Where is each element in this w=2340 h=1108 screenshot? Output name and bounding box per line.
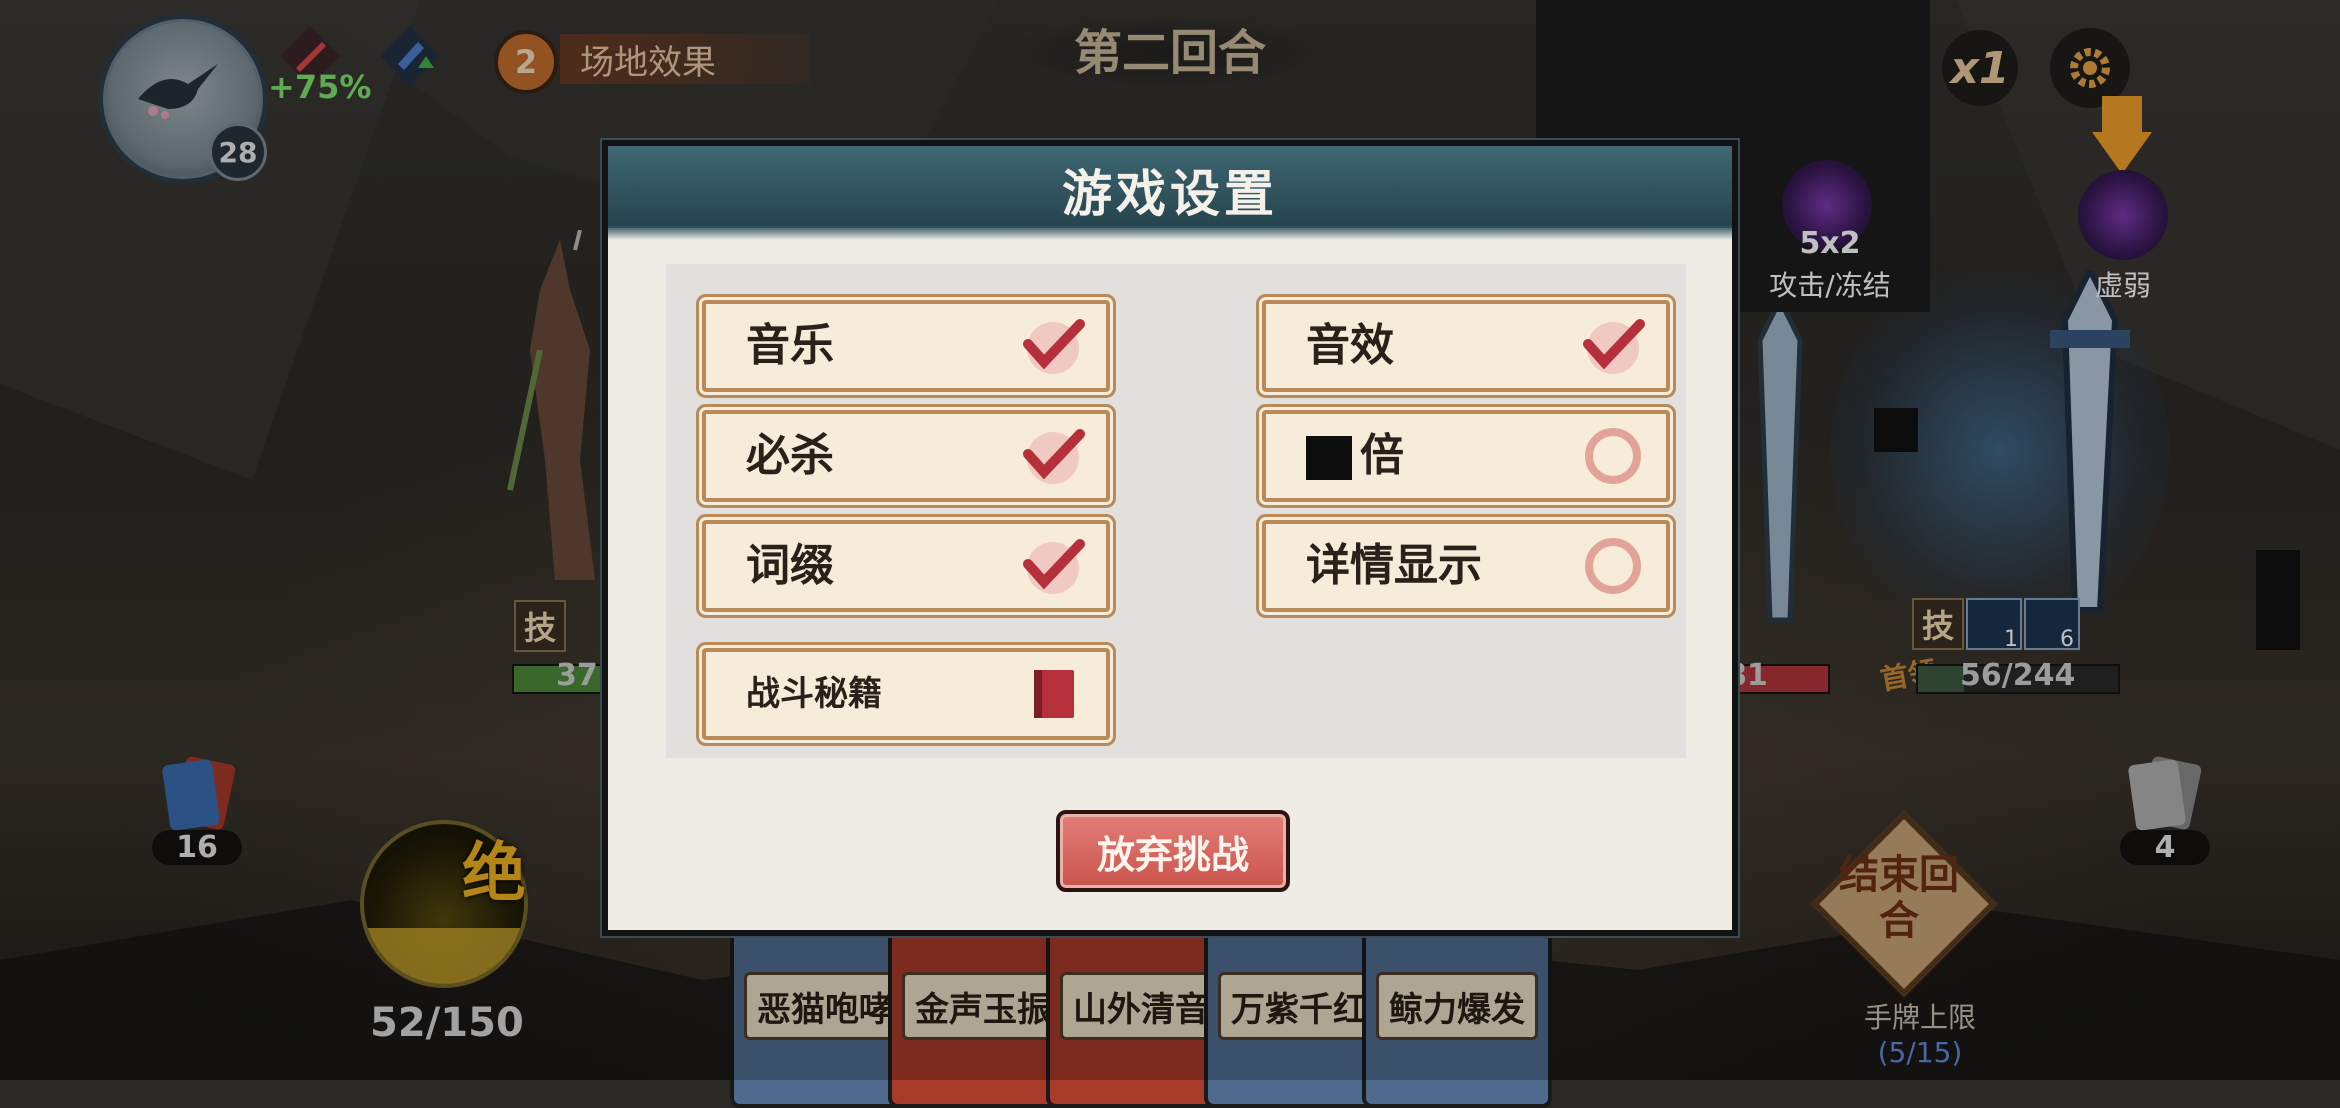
battle-guide-button[interactable]: 战斗秘籍 bbox=[702, 648, 1110, 740]
speed-multiplier-toggle[interactable]: 倍 bbox=[1262, 410, 1670, 502]
circle-off-icon bbox=[1585, 428, 1641, 484]
speed-label: 倍 bbox=[1360, 430, 1404, 481]
redacted-block bbox=[2256, 550, 2300, 650]
redacted-block bbox=[1874, 408, 1918, 452]
book-icon bbox=[1034, 670, 1074, 718]
checkmark-icon bbox=[1023, 319, 1085, 374]
affix-toggle[interactable]: 词缀 bbox=[702, 520, 1110, 612]
dialog-header: 游戏设置 bbox=[608, 146, 1732, 240]
crit-toggle[interactable]: 必杀 bbox=[702, 410, 1110, 502]
checkmark-icon bbox=[1023, 539, 1085, 594]
detail-label: 详情显示 bbox=[1306, 540, 1482, 591]
circle-off-icon bbox=[1585, 538, 1641, 594]
detail-display-toggle[interactable]: 详情显示 bbox=[1262, 520, 1670, 612]
redacted-block bbox=[1306, 436, 1352, 480]
guide-label: 战斗秘籍 bbox=[746, 674, 882, 714]
quit-challenge-button[interactable]: 放弃挑战 bbox=[1056, 810, 1290, 892]
checkmark-icon bbox=[1583, 319, 1645, 374]
music-label: 音乐 bbox=[746, 320, 834, 371]
settings-dialog: 游戏设置 音乐 音效 必杀 倍 词缀 详情显示 战斗秘籍 放弃挑战 bbox=[602, 140, 1738, 936]
dialog-title: 游戏设置 bbox=[1062, 165, 1278, 223]
music-toggle[interactable]: 音乐 bbox=[702, 300, 1110, 392]
options-panel: 音乐 音效 必杀 倍 词缀 详情显示 战斗秘籍 bbox=[666, 264, 1686, 758]
crit-label: 必杀 bbox=[746, 430, 834, 481]
checkmark-icon bbox=[1023, 429, 1085, 484]
sfx-toggle[interactable]: 音效 bbox=[1262, 300, 1670, 392]
sfx-label: 音效 bbox=[1306, 320, 1394, 371]
affix-label: 词缀 bbox=[746, 540, 834, 591]
